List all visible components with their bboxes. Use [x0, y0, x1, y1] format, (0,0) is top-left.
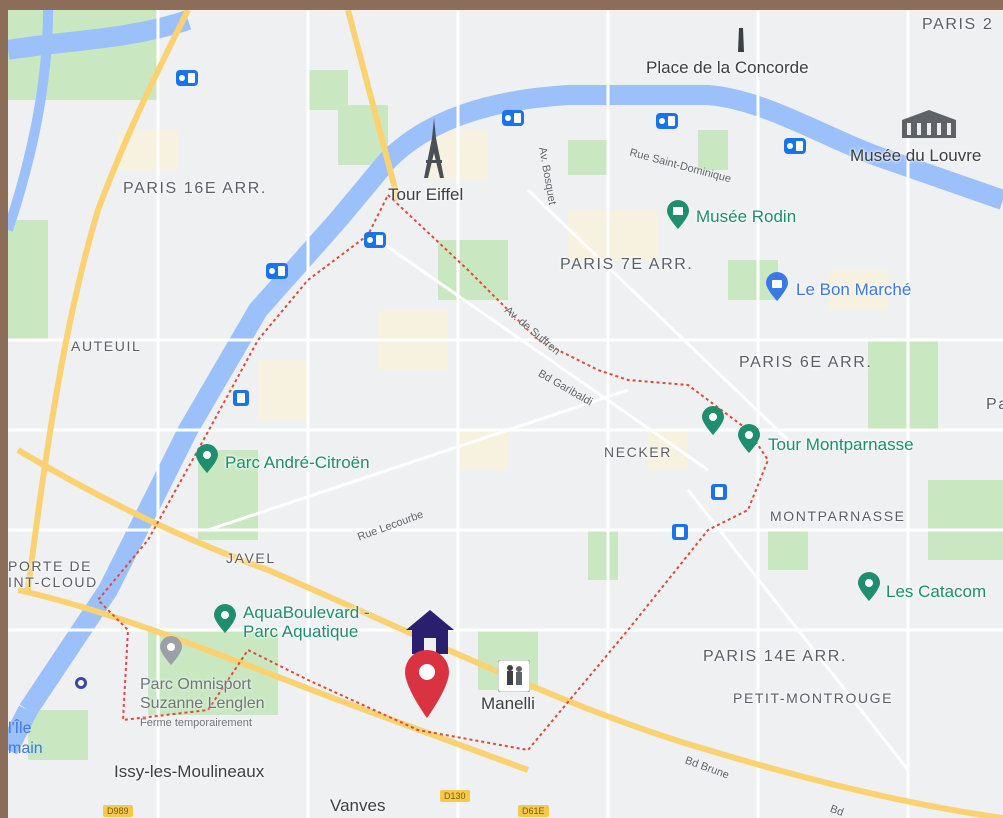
place-rodin[interactable]: Musée Rodin: [696, 207, 796, 227]
metro-station-icon[interactable]: [364, 232, 386, 248]
camera-pin-icon[interactable]: [212, 604, 238, 634]
district-javel: JAVEL: [226, 550, 276, 566]
camera-pin-icon[interactable]: [194, 444, 220, 474]
place-pin-icon[interactable]: [158, 636, 184, 666]
map-frame: PARIS 2 PARIS 16E ARR. PARIS 7E ARR. PAR…: [0, 0, 1003, 818]
museum-pin-icon[interactable]: [665, 200, 691, 230]
district-paris-2: PARIS 2: [922, 16, 994, 33]
district-paris-16: PARIS 16E ARR.: [123, 180, 267, 197]
metro-station-icon[interactable]: [176, 70, 198, 86]
location-pin-icon[interactable]: [401, 648, 453, 720]
place-aquaboulevard-line2[interactable]: Parc Aquatique: [243, 622, 358, 642]
road-shield-d61e: D61E: [518, 805, 549, 817]
metro-station-icon[interactable]: [656, 113, 678, 129]
place-aquaboulevard-line1[interactable]: AquaBoulevard -: [243, 603, 370, 623]
place-louvre[interactable]: Musée du Louvre: [850, 146, 981, 166]
camera-pin-icon[interactable]: [736, 424, 762, 454]
place-omnisport-line1[interactable]: Parc Omnisport: [140, 676, 251, 694]
place-ile-line2: main: [8, 740, 43, 757]
place-omnisport-line3: Ferme temporairement: [140, 717, 252, 729]
road-shield-d989: D989: [103, 805, 133, 817]
district-paris-7: PARIS 7E ARR.: [560, 256, 694, 273]
place-manelli[interactable]: Manelli: [481, 694, 535, 714]
metro-station-icon[interactable]: [784, 138, 806, 154]
district-porte-de: PORTE DE: [8, 558, 93, 574]
district-petit-montrouge: PETIT-MONTROUGE: [733, 690, 894, 706]
metro-station-icon[interactable]: [502, 110, 524, 126]
metro-station-icon[interactable]: [74, 675, 88, 691]
shopping-pin-icon[interactable]: [764, 272, 790, 302]
place-omnisport-line2[interactable]: Suzanne Lenglen: [140, 695, 265, 713]
map-canvas[interactable]: PARIS 2 PARIS 16E ARR. PARIS 7E ARR. PAR…: [8, 10, 1003, 818]
metro-station-icon[interactable]: [266, 263, 288, 279]
figure-icon[interactable]: [498, 660, 530, 692]
place-ile-line1: l'Île: [8, 720, 32, 737]
camera-pin-icon[interactable]: [856, 572, 882, 602]
place-vanves[interactable]: Vanves: [330, 796, 385, 816]
metro-station-icon[interactable]: [233, 390, 249, 406]
district-paris-6: PARIS 6E ARR.: [739, 354, 873, 371]
district-partial-pa: Pa: [986, 396, 1003, 413]
eiffel-tower-icon: [424, 118, 444, 178]
district-paris-14: PARIS 14E ARR.: [703, 648, 847, 665]
camera-pin-icon[interactable]: [700, 406, 726, 436]
place-concorde[interactable]: Place de la Concorde: [646, 58, 809, 78]
district-necker: NECKER: [604, 444, 672, 460]
place-catacombs[interactable]: Les Catacom: [886, 582, 986, 602]
place-issy[interactable]: Issy-les-Moulineaux: [114, 762, 264, 782]
road-shield-d130: D130: [440, 790, 470, 802]
district-int-cloud: INT-CLOUD: [8, 574, 98, 590]
place-eiffel[interactable]: Tour Eiffel: [388, 185, 463, 205]
museum-icon: [902, 110, 956, 138]
obelisk-icon: [738, 28, 744, 52]
place-tour-montparnasse[interactable]: Tour Montparnasse: [768, 435, 914, 455]
district-montparnasse: MONTPARNASSE: [770, 508, 906, 524]
district-auteuil: AUTEUIL: [71, 338, 142, 354]
place-bon-marche[interactable]: Le Bon Marché: [796, 280, 911, 300]
metro-station-icon[interactable]: [672, 524, 688, 540]
place-parc-citroen[interactable]: Parc André-Citroën: [225, 453, 370, 473]
metro-station-icon[interactable]: [711, 484, 727, 500]
